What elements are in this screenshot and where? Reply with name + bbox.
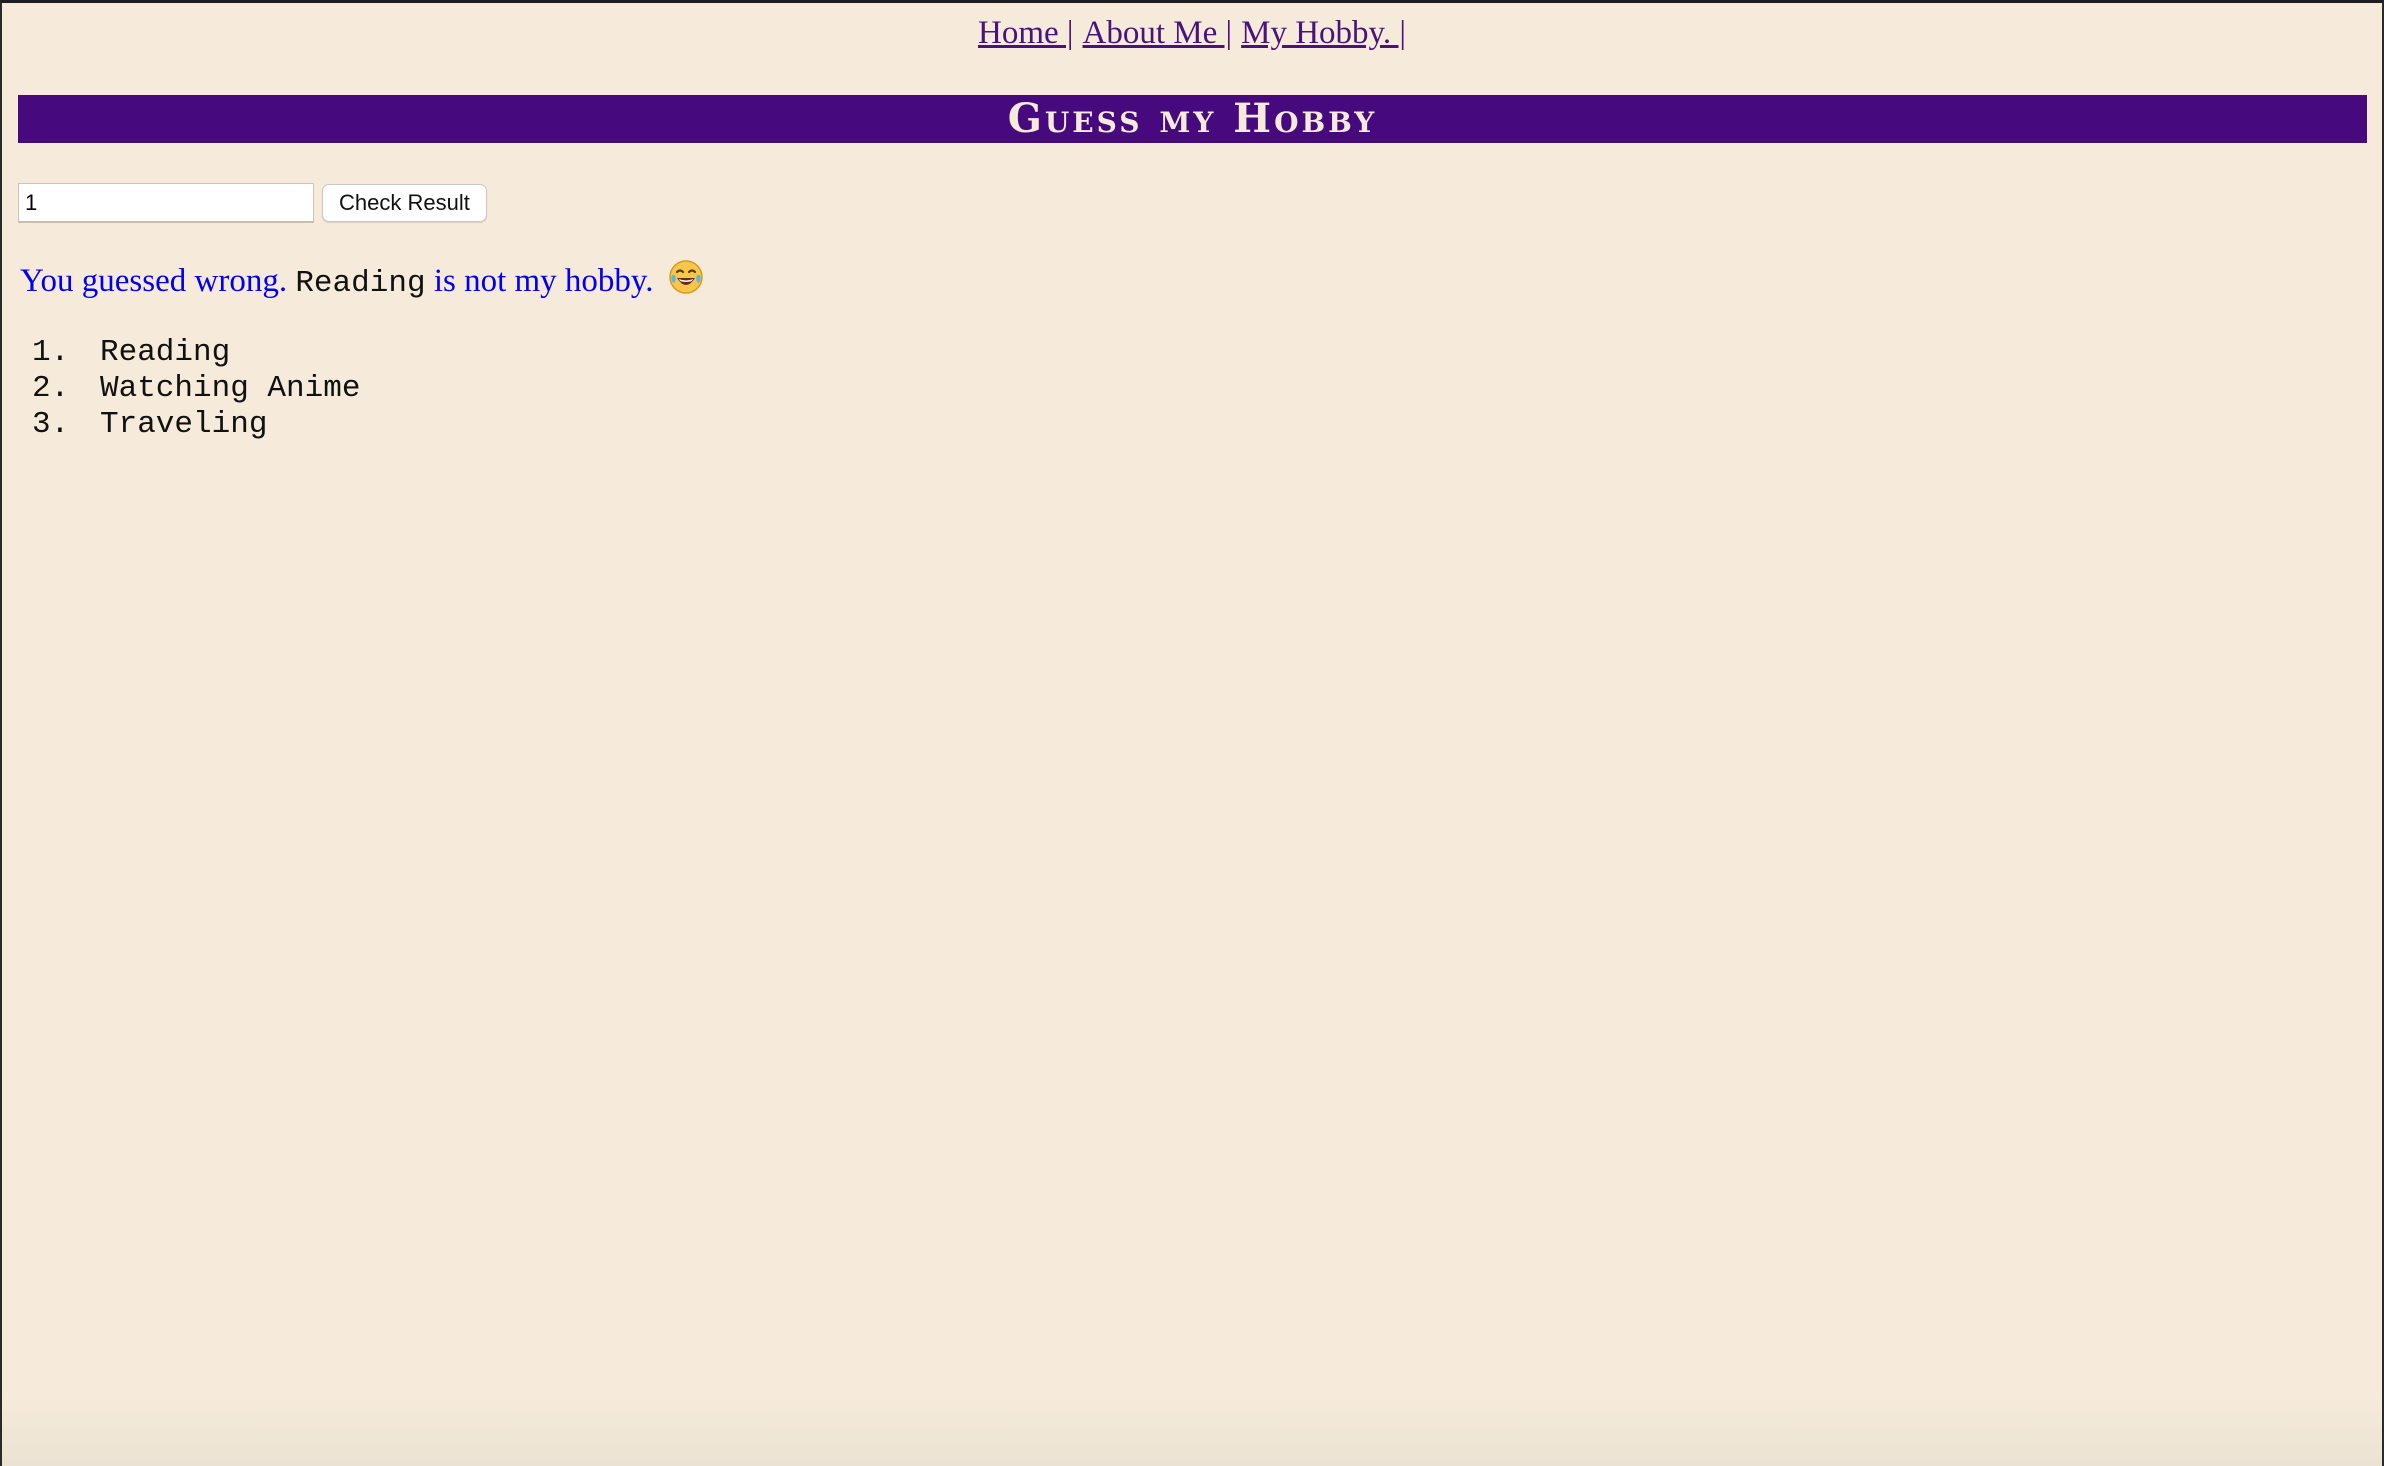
result-prefix: You guessed wrong.	[20, 263, 288, 299]
check-result-button[interactable]: Check Result	[322, 184, 487, 222]
guess-form: Check Result	[18, 183, 487, 223]
list-item-label: Traveling	[100, 407, 268, 442]
list-item-label: Watching Anime	[100, 371, 361, 406]
list-item-label: Reading	[100, 335, 231, 370]
top-nav: Home | About Me | My Hobby. |	[2, 15, 2382, 52]
list-item: 1. Reading	[32, 335, 360, 371]
list-item: 3. Traveling	[32, 407, 360, 443]
laughing-tears-emoji-icon	[668, 259, 704, 304]
page-bottom-shade	[2, 1396, 2382, 1466]
nav-home-link[interactable]: Home |	[978, 15, 1074, 51]
guessed-hobby: Reading	[295, 266, 426, 301]
list-item-number: 2.	[32, 371, 70, 406]
nav-my-hobby-link[interactable]: My Hobby. |	[1241, 15, 1406, 51]
result-suffix: is not my hobby.	[433, 263, 654, 299]
result-message: You guessed wrong. Reading is not my hob…	[20, 259, 704, 304]
list-item-number: 1.	[32, 335, 70, 370]
guess-input[interactable]	[18, 183, 314, 223]
list-item: 2. Watching Anime	[32, 371, 360, 407]
list-item-number: 3.	[32, 407, 70, 442]
hobby-list: 1. Reading 2. Watching Anime 3. Traveling	[32, 335, 360, 443]
nav-about-me-link[interactable]: About Me |	[1083, 15, 1233, 51]
page-title-banner: Guess my Hobby	[18, 95, 2367, 143]
